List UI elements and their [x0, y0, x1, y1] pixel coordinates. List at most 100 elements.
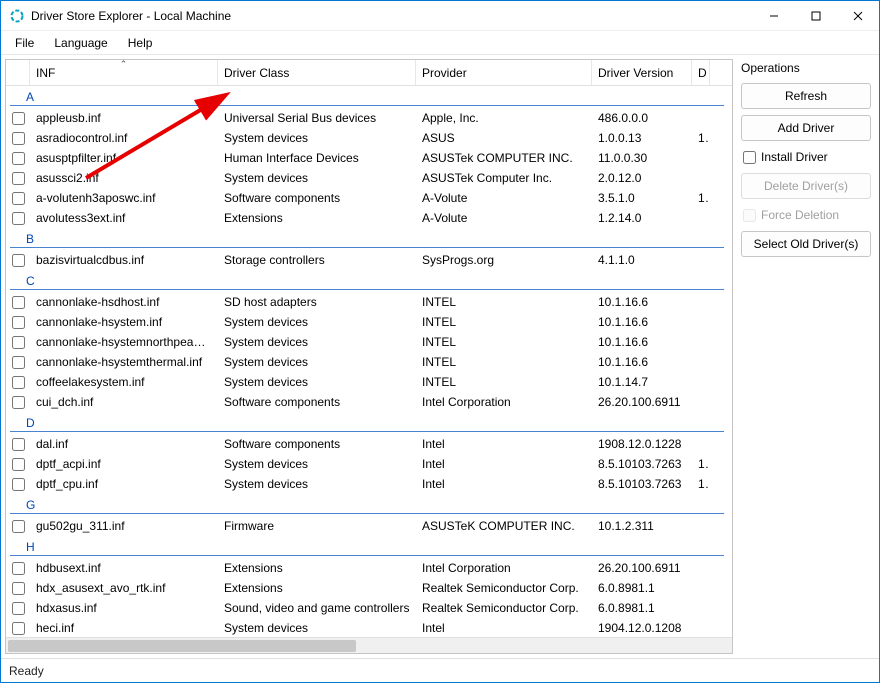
- cell-inf: hdxasus.inf: [30, 601, 218, 615]
- horizontal-scrollbar[interactable]: [6, 637, 732, 653]
- row-checkbox[interactable]: [12, 438, 25, 451]
- menu-language[interactable]: Language: [44, 33, 117, 53]
- row-checkbox[interactable]: [12, 254, 25, 267]
- column-provider[interactable]: Provider: [416, 60, 592, 85]
- column-driver-class[interactable]: Driver Class: [218, 60, 416, 85]
- refresh-button[interactable]: Refresh: [741, 83, 871, 109]
- select-old-drivers-button[interactable]: Select Old Driver(s): [741, 231, 871, 257]
- table-row[interactable]: avolutess3ext.infExtensionsA-Volute1.2.1…: [6, 208, 732, 228]
- delete-drivers-button[interactable]: Delete Driver(s): [741, 173, 871, 199]
- cell-inf: cui_dch.inf: [30, 395, 218, 409]
- status-text: Ready: [9, 664, 44, 678]
- cell-version: 26.20.100.6911: [592, 561, 692, 575]
- table-row[interactable]: asussci2.infSystem devicesASUSTek Comput…: [6, 168, 732, 188]
- close-button[interactable]: [837, 1, 879, 31]
- cell-provider: A-Volute: [416, 191, 592, 205]
- row-checkbox[interactable]: [12, 478, 25, 491]
- cell-version: 8.5.10103.7263: [592, 477, 692, 491]
- cell-inf: dptf_cpu.inf: [30, 477, 218, 491]
- table-row[interactable]: cannonlake-hsystemthermal.infSystem devi…: [6, 352, 732, 372]
- row-checkbox[interactable]: [12, 192, 25, 205]
- row-checkbox[interactable]: [12, 336, 25, 349]
- row-checkbox[interactable]: [12, 562, 25, 575]
- table-row[interactable]: heci.infSystem devicesIntel1904.12.0.120…: [6, 618, 732, 637]
- cell-version: 10.1.14.7: [592, 375, 692, 389]
- table-row[interactable]: cui_dch.infSoftware componentsIntel Corp…: [6, 392, 732, 412]
- group-header[interactable]: C: [10, 270, 724, 290]
- table-row[interactable]: hdx_asusext_avo_rtk.infExtensionsRealtek…: [6, 578, 732, 598]
- table-row[interactable]: asradiocontrol.infSystem devicesASUS1.0.…: [6, 128, 732, 148]
- group-header[interactable]: B: [10, 228, 724, 248]
- group-header[interactable]: A: [10, 86, 724, 106]
- driver-list-panel: INF ⌃ Driver Class Provider Driver Versi…: [5, 59, 733, 654]
- group-header[interactable]: D: [10, 412, 724, 432]
- statusbar: Ready: [1, 658, 879, 682]
- install-driver-checkbox[interactable]: Install Driver: [741, 147, 871, 167]
- column-inf[interactable]: INF ⌃: [30, 60, 218, 85]
- menu-file[interactable]: File: [5, 33, 44, 53]
- driver-list[interactable]: Aappleusb.infUniversal Serial Bus device…: [6, 86, 732, 637]
- cell-version: 1.0.0.13: [592, 131, 692, 145]
- table-row[interactable]: gu502gu_311.infFirmwareASUSTeK COMPUTER …: [6, 516, 732, 536]
- row-checkbox[interactable]: [12, 212, 25, 225]
- table-row[interactable]: coffeelakesystem.infSystem devicesINTEL1…: [6, 372, 732, 392]
- table-row[interactable]: cannonlake-hsystemnorthpeak.infSystem de…: [6, 332, 732, 352]
- table-row[interactable]: asusptpfilter.infHuman Interface Devices…: [6, 148, 732, 168]
- cell-provider: Intel: [416, 457, 592, 471]
- table-row[interactable]: dal.infSoftware componentsIntel1908.12.0…: [6, 434, 732, 454]
- cell-inf: dptf_acpi.inf: [30, 457, 218, 471]
- column-d[interactable]: D: [692, 60, 710, 85]
- cell-version: 1904.12.0.1208: [592, 621, 692, 635]
- row-checkbox[interactable]: [12, 112, 25, 125]
- column-version[interactable]: Driver Version: [592, 60, 692, 85]
- cell-class: Software components: [218, 395, 416, 409]
- table-row[interactable]: dptf_cpu.infSystem devicesIntel8.5.10103…: [6, 474, 732, 494]
- titlebar: Driver Store Explorer - Local Machine: [1, 1, 879, 31]
- cell-provider: Intel: [416, 621, 592, 635]
- table-row[interactable]: hdxasus.infSound, video and game control…: [6, 598, 732, 618]
- group-header[interactable]: H: [10, 536, 724, 556]
- cell-d: 1: [692, 131, 710, 145]
- cell-class: Software components: [218, 437, 416, 451]
- table-row[interactable]: cannonlake-hsdhost.infSD host adaptersIN…: [6, 292, 732, 312]
- cell-version: 4.1.1.0: [592, 253, 692, 267]
- table-row[interactable]: bazisvirtualcdbus.infStorage controllers…: [6, 250, 732, 270]
- cell-class: System devices: [218, 375, 416, 389]
- row-checkbox[interactable]: [12, 520, 25, 533]
- row-checkbox[interactable]: [12, 622, 25, 635]
- row-checkbox[interactable]: [12, 316, 25, 329]
- add-driver-button[interactable]: Add Driver: [741, 115, 871, 141]
- row-checkbox[interactable]: [12, 582, 25, 595]
- table-row[interactable]: a-volutenh3aposwc.infSoftware components…: [6, 188, 732, 208]
- cell-class: Extensions: [218, 581, 416, 595]
- cell-class: SD host adapters: [218, 295, 416, 309]
- cell-provider: ASUSTek COMPUTER INC.: [416, 151, 592, 165]
- cell-provider: Realtek Semiconductor Corp.: [416, 601, 592, 615]
- table-row[interactable]: hdbusext.infExtensionsIntel Corporation2…: [6, 558, 732, 578]
- minimize-button[interactable]: [753, 1, 795, 31]
- cell-provider: SysProgs.org: [416, 253, 592, 267]
- row-checkbox[interactable]: [12, 396, 25, 409]
- cell-provider: ASUSTeK COMPUTER INC.: [416, 519, 592, 533]
- cell-inf: cannonlake-hsdhost.inf: [30, 295, 218, 309]
- install-driver-check[interactable]: [743, 151, 756, 164]
- menu-help[interactable]: Help: [118, 33, 163, 53]
- cell-class: Firmware: [218, 519, 416, 533]
- cell-version: 6.0.8981.1: [592, 581, 692, 595]
- cell-inf: cannonlake-hsystemnorthpeak.inf: [30, 335, 218, 349]
- row-checkbox[interactable]: [12, 152, 25, 165]
- group-header[interactable]: G: [10, 494, 724, 514]
- row-checkbox[interactable]: [12, 132, 25, 145]
- row-checkbox[interactable]: [12, 172, 25, 185]
- row-checkbox[interactable]: [12, 458, 25, 471]
- row-checkbox[interactable]: [12, 356, 25, 369]
- force-deletion-check: [743, 209, 756, 222]
- scrollbar-thumb[interactable]: [8, 640, 356, 652]
- table-row[interactable]: dptf_acpi.infSystem devicesIntel8.5.1010…: [6, 454, 732, 474]
- table-row[interactable]: cannonlake-hsystem.infSystem devicesINTE…: [6, 312, 732, 332]
- row-checkbox[interactable]: [12, 602, 25, 615]
- row-checkbox[interactable]: [12, 296, 25, 309]
- row-checkbox[interactable]: [12, 376, 25, 389]
- maximize-button[interactable]: [795, 1, 837, 31]
- table-row[interactable]: appleusb.infUniversal Serial Bus devices…: [6, 108, 732, 128]
